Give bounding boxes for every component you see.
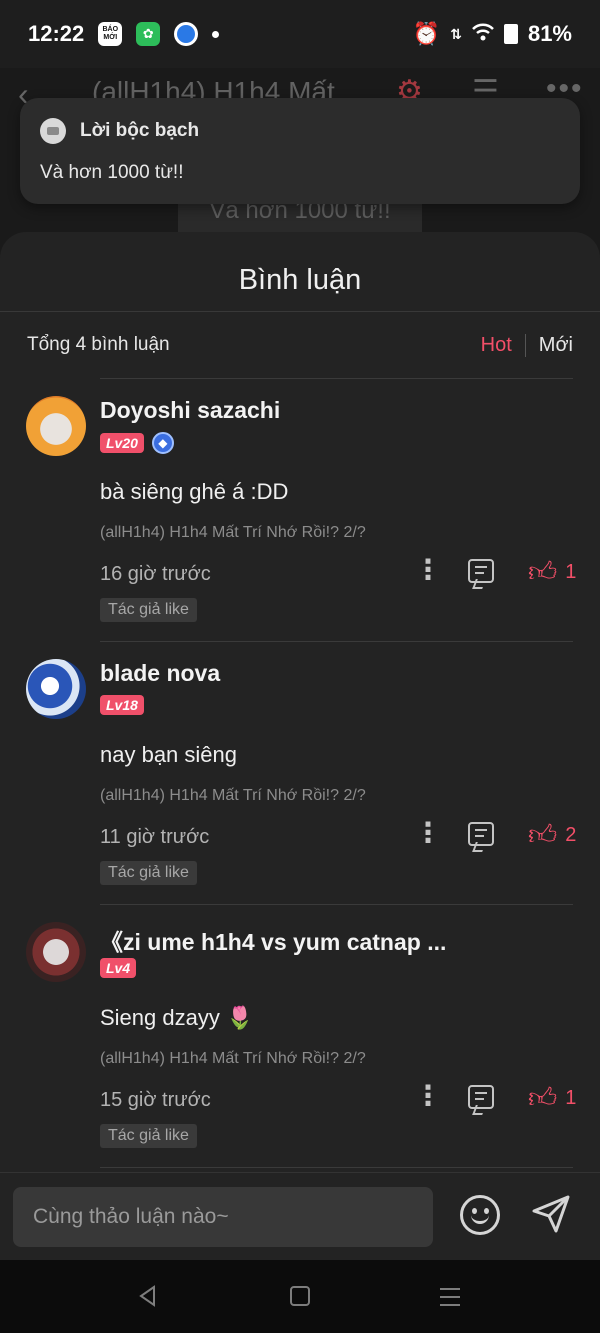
comment-item: blade nova Lv18 nay bạn siêng (allH1h4) … [26,641,576,904]
thumbs-up-icon: 👍︎ [528,819,558,850]
data-arrows-icon: ⇅ [450,25,462,42]
author-like-tag: Tác giả like [100,861,197,885]
comments-sheet: Bình luận Tổng 4 bình luận Hot Mới Doyos… [0,232,600,1260]
reply-icon[interactable] [468,1085,494,1109]
avatar[interactable] [26,659,86,719]
comment-item: 《zi ume h1h4 vs yum catnap ... Lv4 Sieng… [26,904,576,1167]
sheet-title: Bình luận [0,232,600,312]
status-time: 12:22 [28,21,85,46]
avatar[interactable] [26,396,86,456]
thumbs-up-icon: 👍︎ [528,556,558,587]
emoji-icon[interactable] [460,1195,500,1235]
comment-text: bà siêng ghê á :DD [100,479,289,504]
notification-title: Lời bộc bạch [80,120,200,141]
comment-chapter[interactable]: (allH1h4) H1h4 Mất Trí Nhớ Rồi!? 2/? [100,1050,366,1068]
reply-icon[interactable] [468,559,494,583]
comment-chapter[interactable]: (allH1h4) H1h4 Mất Trí Nhớ Rồi!? 2/? [100,524,366,542]
avatar[interactable] [26,922,86,982]
green-app-icon: ✿ [136,22,161,46]
nav-recents-icon[interactable] [440,1288,460,1312]
wifi-icon [472,21,494,47]
author-like-tag: Tác giả like [100,1124,197,1148]
baomoi-app-icon: BÁO MỚI [98,22,123,46]
like-button[interactable]: 👍︎ 1 [528,1081,576,1115]
comment-time: 11 giờ trước [100,826,210,848]
battery-icon [503,24,518,44]
comment-author[interactable]: Doyoshi sazachi [100,397,280,424]
like-count: 1 [565,560,577,583]
comment-count: Tổng 4 bình luận [27,334,170,355]
like-count: 1 [565,1086,577,1109]
comment-text: nay bạn siêng [100,742,237,767]
reply-icon[interactable] [468,822,494,846]
comment-time: 15 giờ trước [100,1089,211,1111]
browser-app-icon [174,22,199,46]
notification-body: Và hơn 1000 từ!! [40,162,184,183]
tab-new[interactable]: Mới [526,334,573,357]
level-badge: Lv20 [100,433,144,453]
comment-text: Sieng dzayy 🌷 [100,1005,254,1030]
level-badge: Lv4 [100,958,137,978]
comment-time: 16 giờ trước [100,563,211,585]
tab-hot[interactable]: Hot [481,333,526,357]
message-icon [40,118,66,144]
level-badge: Lv18 [100,695,144,715]
more-options-icon[interactable]: ⋮ [414,1081,442,1111]
thumbs-up-icon: 👍︎ [528,1082,558,1113]
send-icon[interactable] [530,1193,572,1235]
more-options-icon[interactable]: ⋮ [414,555,442,585]
like-button[interactable]: 👍︎ 2 [528,818,576,852]
comment-input-bar [0,1172,600,1260]
like-button[interactable]: 👍︎ 1 [528,555,576,589]
battery-level: 81% [527,21,572,46]
system-nav-bar [0,1260,600,1333]
status-bar: 12:22 BÁO MỚI ✿ ⏰ ⇅ 81% [0,0,600,68]
nav-back-icon[interactable] [136,1284,160,1308]
alarm-icon: ⏰ [412,21,441,46]
nav-home-icon[interactable] [290,1286,310,1306]
comment-input[interactable] [13,1187,433,1247]
like-count: 2 [565,823,577,846]
notification-dot-icon [212,30,220,38]
author-like-tag: Tác giả like [100,598,197,622]
more-options-icon[interactable]: ⋮ [414,818,442,848]
comment-author[interactable]: 《zi ume h1h4 vs yum catnap ... [100,923,446,957]
sort-tabs: Hot Mới [481,333,573,357]
notification-card[interactable]: Lời bộc bạch Và hơn 1000 từ!! [20,98,580,204]
comment-item: Doyoshi sazachi Lv20 ◆ bà siêng ghê á :D… [26,378,576,641]
comment-chapter[interactable]: (allH1h4) H1h4 Mất Trí Nhớ Rồi!? 2/? [100,787,366,805]
verified-icon: ◆ [151,432,174,454]
comment-author[interactable]: blade nova [100,660,220,687]
